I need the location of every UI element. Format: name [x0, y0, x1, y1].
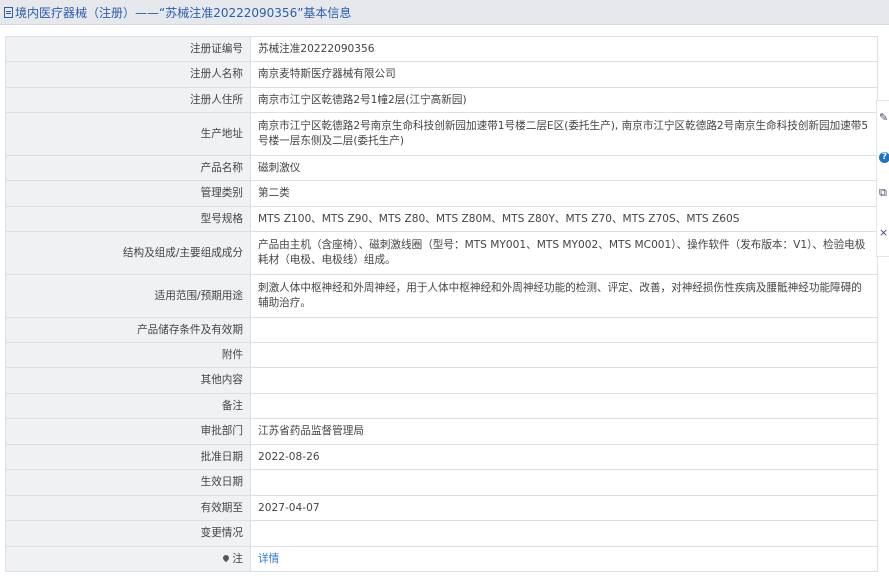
row-label: 结构及组成/主要组成成分 [5, 231, 251, 275]
row-label: 审批部门 [5, 418, 251, 445]
table-row: 其他内容 [5, 367, 878, 394]
row-value: 产品由主机（含座椅）、磁刺激线圈（型号：MTS MY001、MTS MY002、… [250, 231, 878, 275]
edit-icon[interactable]: ✎ [879, 111, 889, 125]
document-icon [4, 6, 13, 18]
row-value: 2022-08-26 [250, 444, 878, 470]
table-row: 产品储存条件及有效期 [5, 317, 878, 343]
table-row: 注册人名称 南京麦特斯医疗器械有限公司 [5, 61, 878, 88]
help-icon[interactable]: ? [879, 152, 889, 163]
row-label: 备注 [5, 393, 251, 419]
row-label: 注册人名称 [5, 61, 251, 88]
table-row: 生产地址 南京市江宁区乾德路2号南京生命科技创新园加速带1号楼二层E区(委托生产… [5, 112, 878, 156]
row-value: 刺激人体中枢神经和外周神经，用于人体中枢神经和外周神经功能的检测、评定、改善，对… [250, 274, 878, 318]
row-value: 第二类 [250, 180, 878, 207]
row-value: MTS Z100、MTS Z90、MTS Z80、MTS Z80M、MTS Z8… [250, 206, 878, 232]
table-row: 附件 [5, 342, 878, 368]
page-header: 境内医疗器械（注册）——“苏械注准20222090356”基本信息 [0, 0, 889, 25]
row-value [250, 469, 878, 496]
table-row: 有效期至 2027-04-07 [5, 495, 878, 521]
table-row: 结构及组成/主要组成成分 产品由主机（含座椅）、磁刺激线圈（型号：MTS MY0… [5, 231, 878, 275]
row-label: 生产地址 [5, 112, 251, 156]
page-title: 境内医疗器械（注册）——“苏械注准20222090356”基本信息 [15, 5, 352, 20]
floating-toolbar: ✎ ? ⧉ × [876, 100, 889, 257]
row-value [250, 317, 878, 343]
note-label: 注 [232, 552, 243, 565]
row-label: 有效期至 [5, 495, 251, 521]
table-row: 注册人住所 南京市江宁区乾德路2号1幢2层(江宁高新园) [5, 87, 878, 113]
info-table: 注册证编号 苏械注准20222090356 注册人名称 南京麦特斯医疗器械有限公… [5, 36, 878, 572]
row-label: 产品名称 [5, 155, 251, 181]
row-value: 磁刺激仪 [250, 155, 878, 181]
row-label: 产品储存条件及有效期 [5, 317, 251, 343]
row-value: 苏械注准20222090356 [250, 36, 878, 62]
row-label: 附件 [5, 342, 251, 368]
row-value: 2027-04-07 [250, 495, 878, 521]
table-row: 注册证编号 苏械注准20222090356 [5, 36, 878, 62]
copy-icon[interactable]: ⧉ [879, 186, 889, 200]
row-value: 江苏省药品监督管理局 [250, 418, 878, 445]
row-label: 注册证编号 [5, 36, 251, 62]
table-row: 批准日期 2022-08-26 [5, 444, 878, 470]
pin-icon [222, 553, 231, 562]
row-value: 南京市江宁区乾德路2号南京生命科技创新园加速带1号楼二层E区(委托生产), 南京… [250, 112, 878, 156]
row-label: 管理类别 [5, 180, 251, 207]
row-label: 其他内容 [5, 367, 251, 394]
table-row: 适用范围/预期用途 刺激人体中枢神经和外周神经，用于人体中枢神经和外周神经功能的… [5, 274, 878, 318]
row-label: 生效日期 [5, 469, 251, 496]
row-value: 详情 [250, 546, 878, 572]
table-row: 型号规格 MTS Z100、MTS Z90、MTS Z80、MTS Z80M、M… [5, 206, 878, 232]
row-value [250, 367, 878, 394]
table-row: 变更情况 [5, 520, 878, 547]
table-row: 管理类别 第二类 [5, 180, 878, 207]
row-label: 注册人住所 [5, 87, 251, 113]
table-row: 生效日期 [5, 469, 878, 496]
row-label: 批准日期 [5, 444, 251, 470]
row-value [250, 393, 878, 419]
row-value: 南京市江宁区乾德路2号1幢2层(江宁高新园) [250, 87, 878, 113]
close-icon[interactable]: × [879, 226, 889, 240]
table-row: 备注 [5, 393, 878, 419]
table-row: 审批部门 江苏省药品监督管理局 [5, 418, 878, 445]
row-label: 适用范围/预期用途 [5, 274, 251, 318]
row-value [250, 520, 878, 547]
row-value [250, 342, 878, 368]
row-label: 变更情况 [5, 520, 251, 547]
table-row: 产品名称 磁刺激仪 [5, 155, 878, 181]
row-value: 南京麦特斯医疗器械有限公司 [250, 61, 878, 88]
table-row: 注 详情 [5, 546, 878, 572]
details-link[interactable]: 详情 [258, 553, 279, 565]
row-label: 型号规格 [5, 206, 251, 232]
row-label: 注 [5, 546, 251, 572]
